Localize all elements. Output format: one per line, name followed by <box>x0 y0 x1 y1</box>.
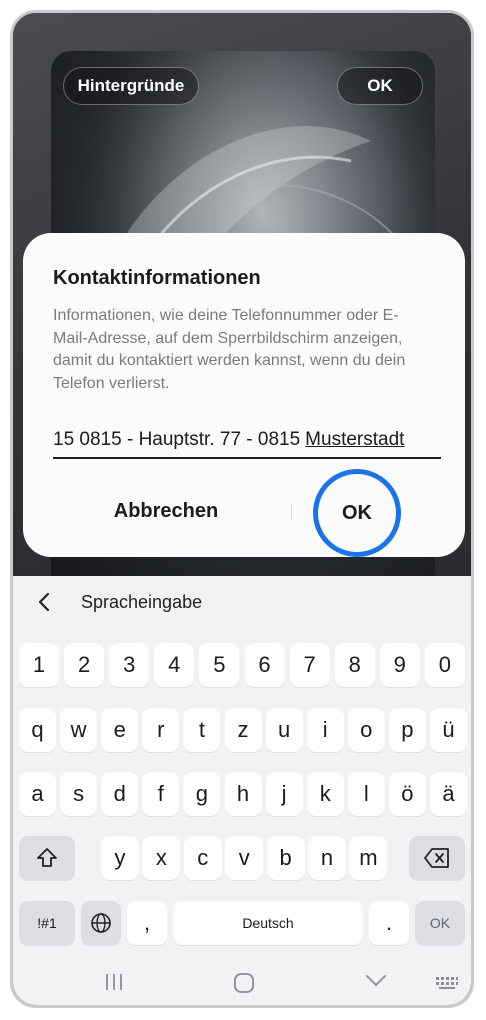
letter-key-d[interactable]: d <box>101 772 139 816</box>
number-key-5[interactable]: 5 <box>199 643 240 687</box>
letter-key-l[interactable]: l <box>347 772 385 816</box>
shift-key[interactable] <box>19 836 75 880</box>
letter-key-u[interactable]: u <box>265 708 303 752</box>
number-key-6[interactable]: 6 <box>244 643 285 687</box>
home-icon[interactable] <box>233 972 255 994</box>
letter-key-g[interactable]: g <box>183 772 221 816</box>
letter-key-j[interactable]: j <box>265 772 303 816</box>
number-key-2[interactable]: 2 <box>64 643 105 687</box>
cancel-button[interactable]: Abbrechen <box>53 491 279 531</box>
letter-key-z[interactable]: z <box>224 708 262 752</box>
letter-key-f[interactable]: f <box>142 772 180 816</box>
recent-apps-icon[interactable] <box>103 972 125 992</box>
contact-info-input[interactable]: 15 0815 - Hauptstr. 77 - 0815 Musterstad… <box>53 423 441 459</box>
symbols-key[interactable]: !#1 <box>19 901 75 945</box>
letter-key-p[interactable]: p <box>388 708 426 752</box>
backspace-icon <box>424 848 449 868</box>
letter-key-ö[interactable]: ö <box>388 772 426 816</box>
ok-button[interactable]: OK <box>313 469 401 557</box>
enter-key[interactable]: OK <box>415 901 465 945</box>
letter-key-w[interactable]: w <box>60 708 98 752</box>
letter-key-v[interactable]: v <box>225 836 264 880</box>
space-key[interactable]: Deutsch <box>173 901 363 945</box>
dialog-title: Kontaktinformationen <box>53 267 261 289</box>
keyboard-icon[interactable] <box>435 976 459 990</box>
letter-key-s[interactable]: s <box>60 772 98 816</box>
letter-key-a[interactable]: a <box>19 772 56 816</box>
letter-key-e[interactable]: e <box>101 708 139 752</box>
period-key[interactable]: . <box>369 901 409 945</box>
phone-frame: Hintergründe OK Kontaktinformationen Inf… <box>10 10 474 1008</box>
number-key-4[interactable]: 4 <box>154 643 195 687</box>
number-key-1[interactable]: 1 <box>19 643 59 687</box>
letter-key-n[interactable]: n <box>308 836 346 880</box>
preview-ok-button[interactable]: OK <box>337 67 423 105</box>
letter-key-h[interactable]: h <box>224 772 262 816</box>
letter-key-o[interactable]: o <box>347 708 385 752</box>
dialog-description: Informationen, wie deine Telefonnummer o… <box>53 307 406 392</box>
language-key[interactable] <box>81 901 121 945</box>
suggestion-bar: Spracheingabe <box>13 576 471 628</box>
number-key-0[interactable]: 0 <box>424 643 465 687</box>
letter-key-b[interactable]: b <box>266 836 305 880</box>
letter-key-t[interactable]: t <box>183 708 221 752</box>
comma-key[interactable]: , <box>127 901 167 945</box>
button-divider <box>291 503 292 519</box>
letter-key-q[interactable]: q <box>19 708 56 752</box>
letter-key-ü[interactable]: ü <box>430 708 467 752</box>
number-key-7[interactable]: 7 <box>289 643 330 687</box>
shift-icon <box>37 848 57 867</box>
voice-input-suggestion[interactable]: Spracheingabe <box>81 592 202 613</box>
number-key-9[interactable]: 9 <box>379 643 420 687</box>
wallpapers-button[interactable]: Hintergründe <box>63 67 199 105</box>
letter-key-x[interactable]: x <box>142 836 181 880</box>
input-text-composing: Musterstadt <box>305 429 405 450</box>
contact-info-dialog: Kontaktinformationen Informationen, wie … <box>23 233 465 557</box>
letter-key-c[interactable]: c <box>183 836 222 880</box>
chevron-left-icon[interactable] <box>35 592 55 612</box>
nav-back-chevron-icon[interactable] <box>365 974 387 988</box>
backspace-key[interactable] <box>409 836 465 880</box>
keyboard: Spracheingabe !#1 , Deutsch . OK 1 2 3 4… <box>13 576 471 1005</box>
letter-key-ä[interactable]: ä <box>430 772 467 816</box>
letter-key-m[interactable]: m <box>349 836 388 880</box>
letter-key-i[interactable]: i <box>306 708 344 752</box>
globe-icon <box>91 913 111 933</box>
navigation-bar <box>13 956 471 1005</box>
letter-key-k[interactable]: k <box>306 772 344 816</box>
number-key-3[interactable]: 3 <box>109 643 150 687</box>
number-key-8[interactable]: 8 <box>334 643 375 687</box>
input-text: 15 0815 - Hauptstr. 77 - 0815 <box>53 429 301 450</box>
letter-key-y[interactable]: y <box>101 836 139 880</box>
letter-key-r[interactable]: r <box>142 708 180 752</box>
